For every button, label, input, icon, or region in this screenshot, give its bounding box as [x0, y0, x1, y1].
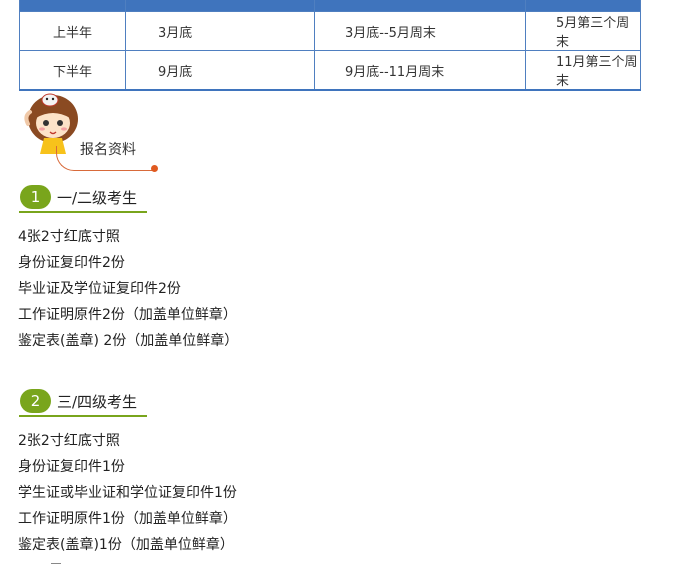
section-underline	[19, 211, 147, 213]
table-cell: 3月底--5月周末	[314, 11, 526, 51]
table-cell: 5月第三个周末	[525, 11, 641, 51]
schedule-table: 上半年 3月底 3月底--5月周末 5月第三个周末 下半年 9月底 9月底--1…	[19, 0, 641, 91]
list-item: 鉴定表(盖章)1份（加盖单位鲜章）	[18, 537, 234, 553]
list-item: 4张2寸红底寸照	[18, 229, 120, 245]
table-header-cell	[125, 0, 315, 12]
list-item: 鉴定表(盖章) 2份（加盖单位鲜章）	[18, 333, 239, 349]
section-underline	[19, 415, 147, 417]
cropped-content-edge	[51, 563, 61, 567]
table-header-row	[19, 0, 641, 12]
list-item: 身份证复印件2份	[18, 255, 125, 271]
list-item: 学生证或毕业证和学位证复印件1份	[18, 485, 237, 501]
table-cell: 11月第三个周末	[525, 50, 641, 91]
section-title: 一/二级考生	[57, 189, 138, 207]
table-cell: 3月底	[125, 11, 315, 51]
term-cell: 下半年	[19, 50, 126, 91]
table-row: 下半年 9月底 9月底--11月周末 11月第三个周末	[19, 50, 641, 91]
requirements-list-1: 4张2寸红底寸照 身份证复印件2份 毕业证及学位证复印件2份 工作证明原件2份（…	[18, 224, 238, 354]
table-header-cell	[525, 0, 641, 12]
term-cell: 上半年	[19, 11, 126, 51]
list-item: 身份证复印件1份	[18, 459, 125, 475]
badge-title: 报名资料	[80, 142, 136, 158]
table-row: 上半年 3月底 3月底--5月周末 5月第三个周末	[19, 11, 641, 51]
list-item: 毕业证及学位证复印件2份	[18, 281, 181, 297]
section-title: 三/四级考生	[57, 393, 138, 411]
table-header-cell	[314, 0, 526, 12]
list-item: 工作证明原件2份（加盖单位鲜章）	[18, 307, 237, 323]
section-number-badge: 2	[20, 389, 51, 413]
section-number-badge: 1	[20, 185, 51, 209]
table-header-cell	[19, 0, 126, 12]
requirements-list-2: 2张2寸红底寸照 身份证复印件1份 学生证或毕业证和学位证复印件1份 工作证明原…	[18, 428, 237, 558]
table-cell: 9月底--11月周末	[314, 50, 526, 91]
table-cell: 9月底	[125, 50, 315, 91]
list-item: 工作证明原件1份（加盖单位鲜章）	[18, 511, 237, 527]
list-item: 2张2寸红底寸照	[18, 433, 120, 449]
badge-decoration-dot	[151, 165, 158, 172]
